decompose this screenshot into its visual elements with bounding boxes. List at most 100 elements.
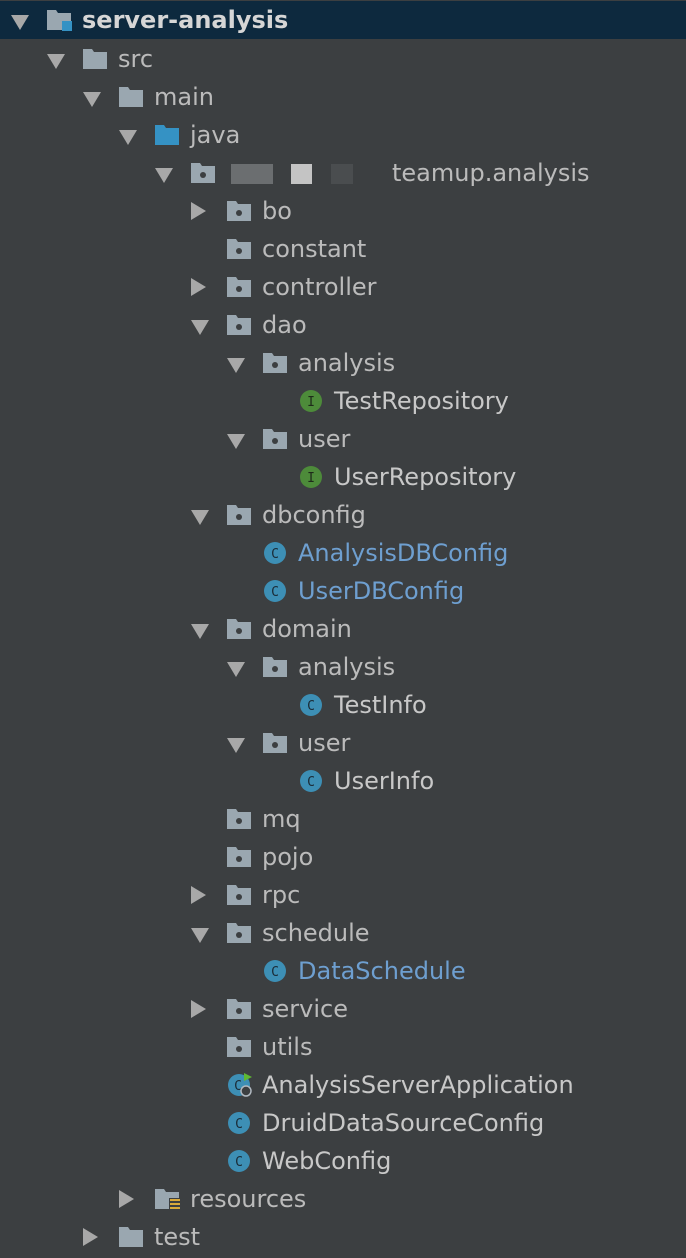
folder-icon	[119, 1227, 143, 1247]
tree-row-domain-user[interactable]: user	[0, 724, 686, 762]
expand-arrow-icon[interactable]	[47, 54, 65, 69]
tree-row-resources[interactable]: resources	[0, 1180, 686, 1218]
class-icon: C	[300, 694, 322, 716]
package-label: service	[262, 995, 348, 1023]
svg-text:C: C	[271, 547, 279, 562]
collapse-arrow-icon[interactable]	[191, 886, 206, 904]
package-label: dao	[262, 311, 307, 339]
expand-arrow-icon[interactable]	[83, 92, 101, 107]
source-folder-icon	[155, 125, 179, 145]
tree-row-web-config[interactable]: C WebConfig	[0, 1142, 686, 1180]
svg-text:C: C	[235, 1155, 243, 1170]
folder-icon	[119, 87, 143, 107]
expand-arrow-icon[interactable]	[191, 624, 209, 639]
tree-row-bo[interactable]: bo	[0, 192, 686, 230]
package-icon	[227, 847, 251, 867]
tree-row-druid-data-source-config[interactable]: C DruidDataSourceConfig	[0, 1104, 686, 1142]
expand-arrow-icon[interactable]	[191, 928, 209, 943]
tree-row-user-info[interactable]: C UserInfo	[0, 762, 686, 800]
tree-row-dao-user[interactable]: user	[0, 420, 686, 458]
tree-row-rpc[interactable]: rpc	[0, 876, 686, 914]
tree-row-service[interactable]: service	[0, 990, 686, 1028]
package-icon	[263, 733, 287, 753]
collapse-arrow-icon[interactable]	[119, 1190, 134, 1208]
root-label: server-analysis	[82, 6, 289, 34]
svg-text:I: I	[307, 471, 315, 486]
tree-row-mq[interactable]: mq	[0, 800, 686, 838]
interface-icon: I	[300, 466, 322, 488]
expand-arrow-icon[interactable]	[227, 662, 245, 677]
class-label: UserDBConfig	[298, 577, 465, 605]
tree-row-test-repository[interactable]: I TestRepository	[0, 382, 686, 420]
tree-row-dao[interactable]: dao	[0, 306, 686, 344]
tree-row-pojo[interactable]: pojo	[0, 838, 686, 876]
class-icon: C	[264, 542, 286, 564]
folder-label: main	[154, 83, 214, 111]
tree-row-utils[interactable]: utils	[0, 1028, 686, 1066]
redacted-block	[331, 164, 353, 184]
package-label: analysis	[298, 349, 396, 377]
interface-icon: I	[300, 390, 322, 412]
folder-label: resources	[190, 1185, 307, 1213]
redacted-block	[291, 164, 312, 184]
tree-row-main[interactable]: main	[0, 78, 686, 116]
tree-row-controller[interactable]: controller	[0, 268, 686, 306]
interface-label: TestRepository	[334, 387, 509, 415]
expand-arrow-icon[interactable]	[11, 15, 29, 30]
package-label: user	[298, 425, 351, 453]
expand-arrow-icon[interactable]	[227, 738, 245, 753]
tree-row-test-info[interactable]: C TestInfo	[0, 686, 686, 724]
collapse-arrow-icon[interactable]	[83, 1228, 98, 1246]
tree-row-domain-analysis[interactable]: analysis	[0, 648, 686, 686]
expand-arrow-icon[interactable]	[227, 434, 245, 449]
svg-text:C: C	[271, 585, 279, 600]
tree-row-analysis-server-application[interactable]: C AnalysisServerApplication	[0, 1066, 686, 1104]
class-icon: C	[264, 960, 286, 982]
expand-arrow-icon[interactable]	[191, 320, 209, 335]
tree-row-package[interactable]: teamup.analysis	[0, 154, 686, 192]
svg-text:C: C	[307, 699, 315, 714]
expand-arrow-icon[interactable]	[227, 358, 245, 373]
tree-row-schedule[interactable]: schedule	[0, 914, 686, 952]
tree-row-dbconfig[interactable]: dbconfig	[0, 496, 686, 534]
folder-label: java	[190, 121, 241, 149]
package-icon	[227, 201, 251, 221]
resources-folder-icon	[155, 1189, 181, 1211]
package-label: controller	[262, 273, 377, 301]
tree-row-dao-analysis[interactable]: analysis	[0, 344, 686, 382]
package-label: rpc	[262, 881, 301, 909]
class-label: DataSchedule	[298, 957, 466, 985]
package-label: domain	[262, 615, 352, 643]
tree-row-src[interactable]: src	[0, 40, 686, 78]
class-label: DruidDataSourceConfig	[262, 1109, 545, 1137]
expand-arrow-icon[interactable]	[119, 130, 137, 145]
tree-row-test[interactable]: test	[0, 1218, 686, 1256]
package-icon	[263, 353, 287, 373]
tree-row-java[interactable]: java	[0, 116, 686, 154]
tree-row-data-schedule[interactable]: C DataSchedule	[0, 952, 686, 990]
package-label: pojo	[262, 843, 314, 871]
tree-row-constant[interactable]: constant	[0, 230, 686, 268]
tree-row-domain[interactable]: domain	[0, 610, 686, 648]
package-icon	[227, 923, 251, 943]
folder-label: test	[154, 1223, 201, 1251]
package-icon	[191, 163, 215, 183]
package-label: dbconfig	[262, 501, 366, 529]
tree-row-root[interactable]: server-analysis	[0, 1, 686, 39]
package-icon	[263, 429, 287, 449]
folder-label: src	[118, 45, 154, 73]
svg-text:I: I	[307, 395, 315, 410]
class-icon: C	[228, 1150, 250, 1172]
tree-row-analysis-db-config[interactable]: C AnalysisDBConfig	[0, 534, 686, 572]
expand-arrow-icon[interactable]	[191, 510, 209, 525]
class-label: AnalysisDBConfig	[298, 539, 509, 567]
interface-label: UserRepository	[334, 463, 517, 491]
collapse-arrow-icon[interactable]	[191, 202, 206, 220]
package-icon	[227, 999, 251, 1019]
collapse-arrow-icon[interactable]	[191, 1000, 206, 1018]
tree-row-user-db-config[interactable]: C UserDBConfig	[0, 572, 686, 610]
tree-row-user-repository[interactable]: I UserRepository	[0, 458, 686, 496]
svg-text:C: C	[271, 965, 279, 980]
expand-arrow-icon[interactable]	[155, 168, 173, 183]
collapse-arrow-icon[interactable]	[191, 278, 206, 296]
